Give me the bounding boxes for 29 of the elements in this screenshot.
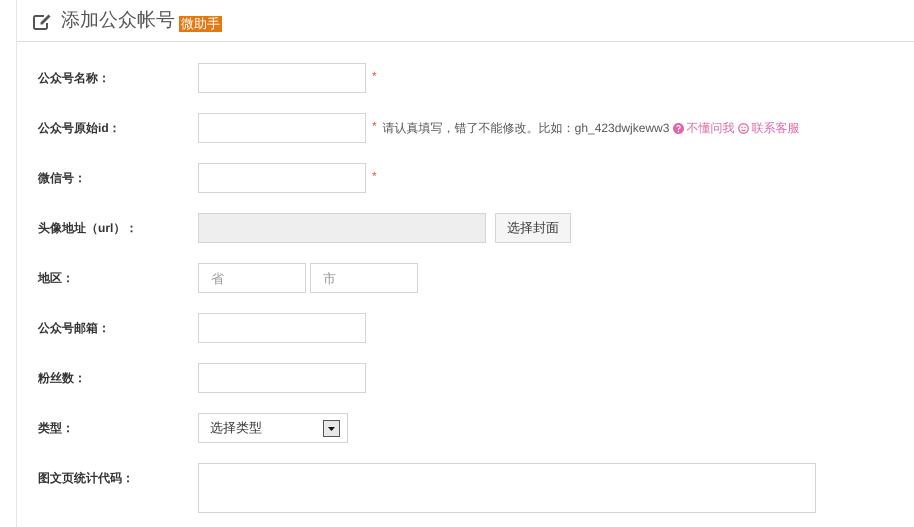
field-label: 类型： <box>38 420 75 437</box>
field-label: 微信号： <box>38 170 87 187</box>
page-title: 添加公众帐号 <box>61 9 175 34</box>
question-icon <box>673 122 684 134</box>
title-badge: 微助手 <box>179 16 222 32</box>
field-label: 公众号名称： <box>38 70 111 87</box>
text-input[interactable] <box>198 363 366 393</box>
choose-cover-button[interactable]: 选择封面 <box>495 213 571 243</box>
hint-text: 请认真填写，错了不能修改。比如：gh_423dwjkeww3 <box>382 120 670 137</box>
stats-code-textarea[interactable] <box>198 463 816 513</box>
edit-icon <box>32 12 52 30</box>
smile-icon <box>738 122 750 134</box>
text-input[interactable] <box>198 163 366 193</box>
field-label: 公众号原始id： <box>38 120 122 137</box>
region-input[interactable]: 市 <box>310 263 418 293</box>
text-input[interactable] <box>198 313 366 343</box>
required-mark: * <box>372 168 377 185</box>
field-label: 图文页统计代码： <box>38 470 135 487</box>
text-input[interactable] <box>198 63 366 93</box>
field-label: 头像地址（url）： <box>38 220 138 237</box>
region-input[interactable]: 省 <box>198 263 306 293</box>
required-mark: * <box>372 118 377 135</box>
required-mark: * <box>372 68 377 85</box>
url-input[interactable] <box>198 213 486 243</box>
type-select[interactable]: 选择类型 <box>198 413 348 443</box>
field-label: 粉丝数： <box>38 370 87 387</box>
text-input[interactable] <box>198 113 366 143</box>
field-label: 地区： <box>38 270 75 287</box>
field-label: 公众号邮箱： <box>38 320 111 337</box>
